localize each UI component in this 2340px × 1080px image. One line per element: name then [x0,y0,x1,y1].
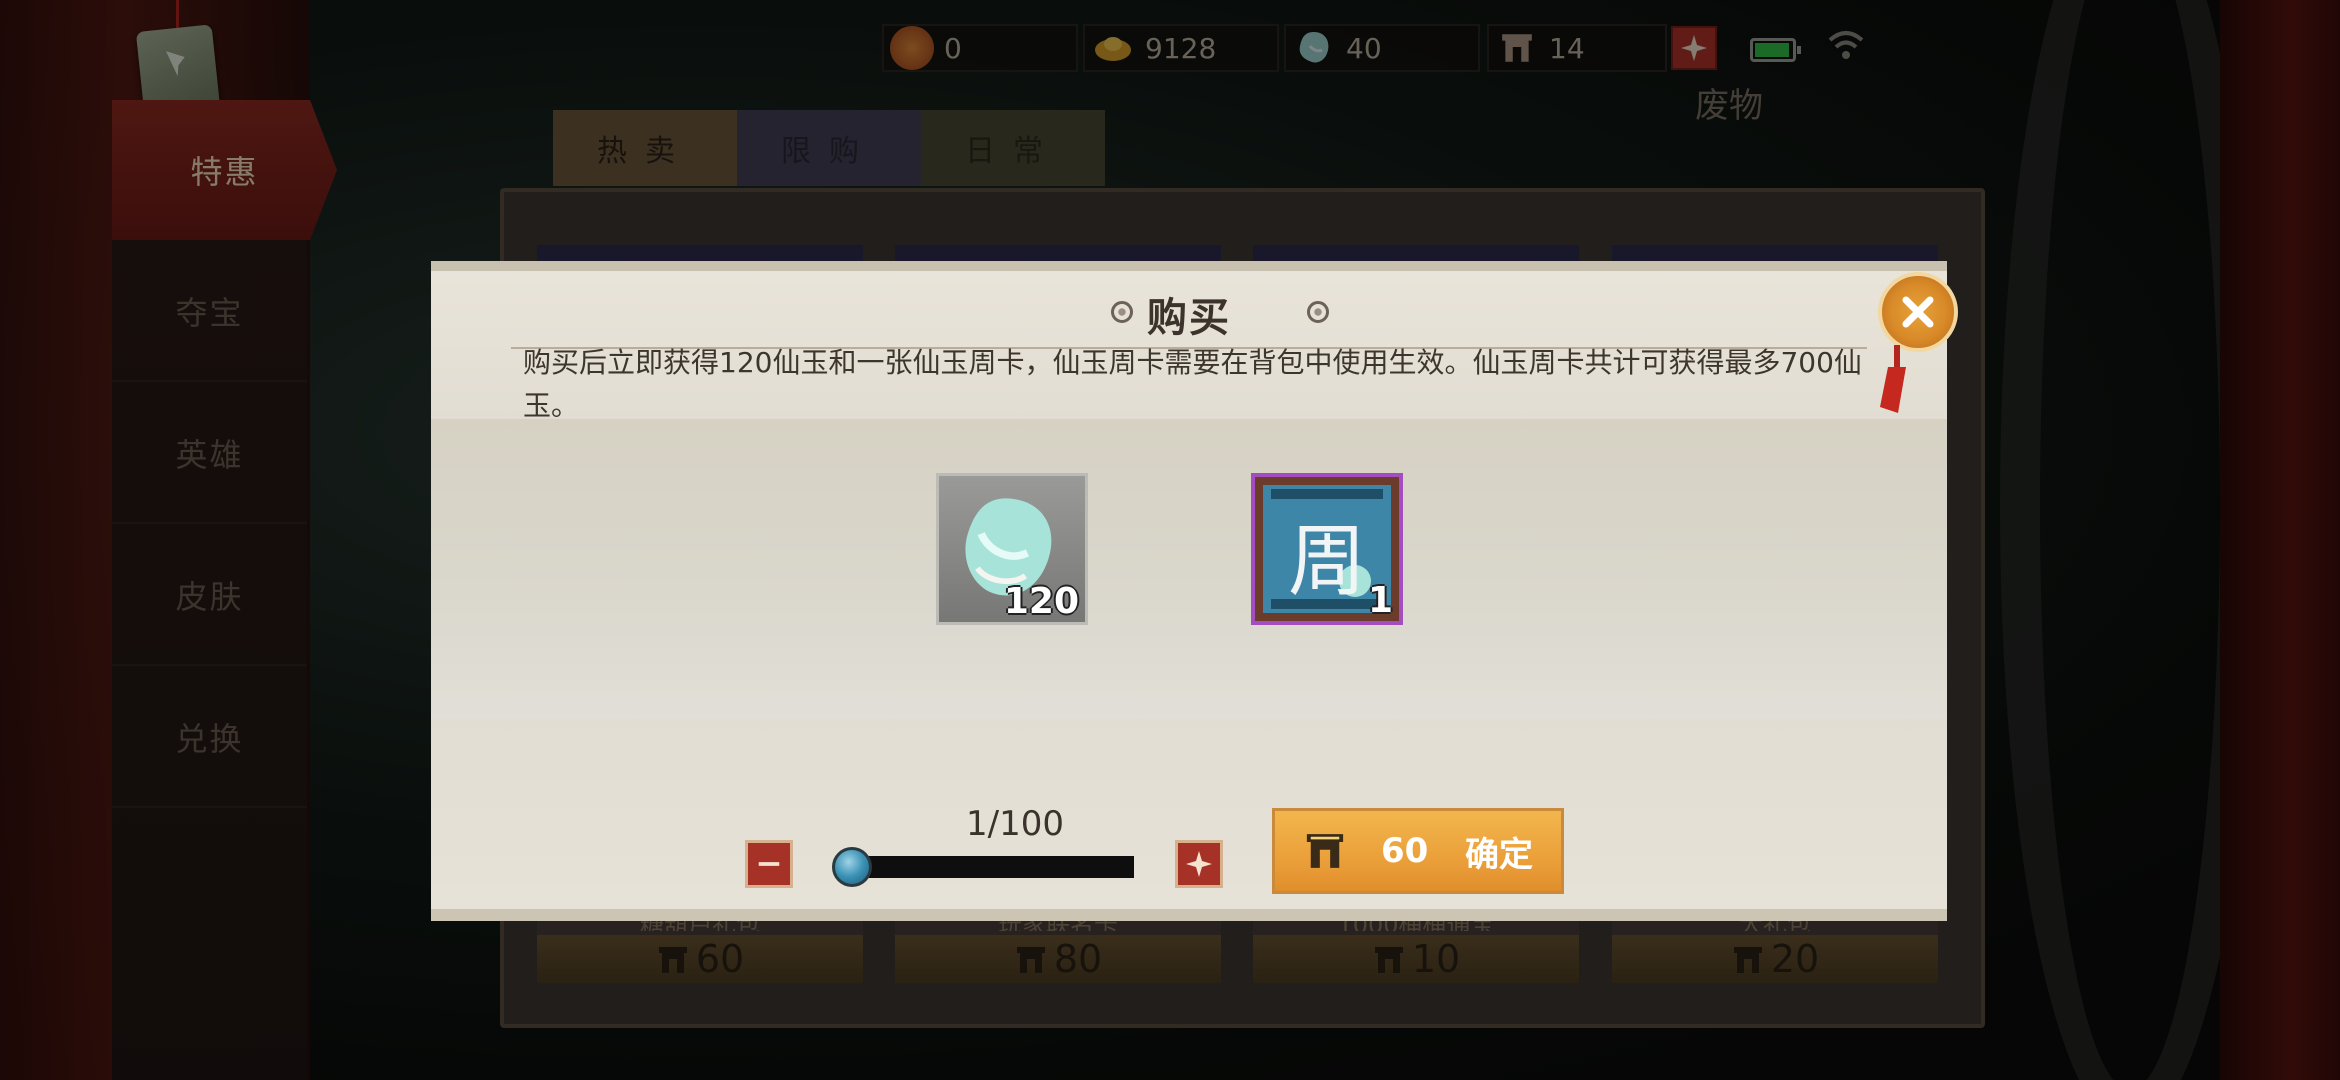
decrease-button[interactable] [745,840,793,888]
item-count: 1 [1367,580,1393,621]
plus-icon [1186,851,1212,877]
gate-icon [1303,829,1347,873]
quantity-text: 1/100 [966,804,1064,844]
modal-band [431,419,1947,719]
dialog-title: 购买 [1147,295,1231,341]
ornament-icon [1307,301,1329,323]
item-count: 120 [1003,581,1079,622]
close-button[interactable] [1878,272,1958,352]
reward-item-weekly-card[interactable]: 周 1 [1251,473,1403,625]
confirm-label: 确定 [1465,834,1533,875]
purchase-dialog: 购买 购买后立即获得120仙玉和一张仙玉周卡，仙玉周卡需要在背包中使用生效。仙玉… [431,261,1947,921]
confirm-price: 60 [1381,831,1429,871]
minus-icon [758,862,780,866]
dialog-description: 购买后立即获得120仙玉和一张仙玉周卡，仙玉周卡需要在背包中使用生效。仙玉周卡共… [523,346,1862,422]
reward-item-jade[interactable]: 120 [936,473,1088,625]
dialog-header: 购买 [511,271,1867,349]
tassel-icon [1880,345,1906,413]
quantity-slider-handle[interactable] [832,847,872,887]
increase-button[interactable] [1175,840,1223,888]
confirm-button[interactable]: 60 确定 [1272,808,1564,894]
close-icon [1902,296,1934,328]
quantity-slider[interactable] [848,856,1134,878]
